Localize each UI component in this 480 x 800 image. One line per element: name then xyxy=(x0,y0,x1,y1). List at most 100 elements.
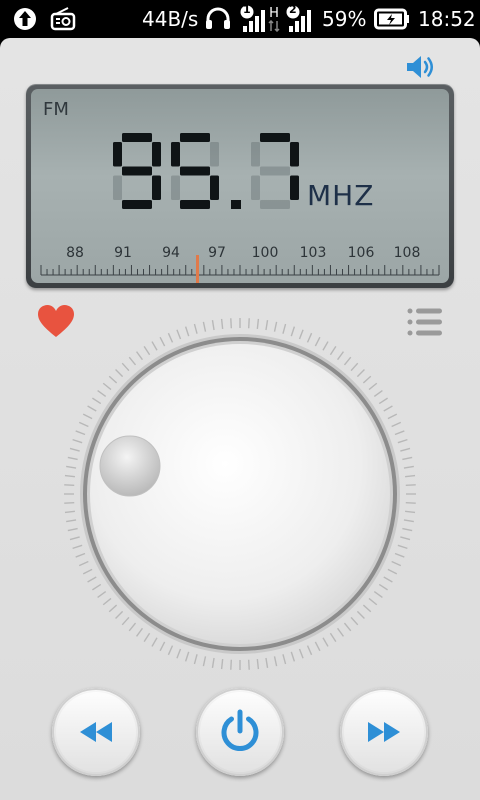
dial-tick xyxy=(391,421,402,428)
network-type-label: H xyxy=(269,5,279,21)
digit-segment xyxy=(122,133,152,142)
dial-tick xyxy=(256,318,260,329)
digit-segment xyxy=(180,166,210,176)
dial-tick xyxy=(72,438,83,444)
digit-segment xyxy=(122,166,152,176)
dial-tick xyxy=(402,456,413,461)
dial-grip xyxy=(99,435,161,497)
frequency-unit: MHZ xyxy=(307,179,375,212)
dial-tick xyxy=(108,375,118,384)
dial-tick xyxy=(373,591,383,599)
dial-tick xyxy=(350,616,359,626)
dial-tick xyxy=(167,645,174,656)
dial-tick xyxy=(135,627,143,637)
dial-tick xyxy=(400,447,411,452)
dial-tick xyxy=(159,336,166,347)
dial-tick xyxy=(265,657,269,668)
network-type-icon: H xyxy=(268,0,280,38)
lcd-display: FM MHZ 88 91 94 97 100 103 106 108 xyxy=(31,89,449,283)
dial-tick xyxy=(202,321,207,332)
dial-tick xyxy=(378,397,388,405)
sim1-signal-icon: 1 xyxy=(240,0,268,38)
dial-tick xyxy=(290,651,296,662)
digit-segment xyxy=(290,142,299,167)
dial-tick xyxy=(211,320,215,331)
dial-tick xyxy=(108,604,118,613)
frequency-digit xyxy=(113,133,161,209)
dial-tick xyxy=(78,421,89,428)
seek-back-button[interactable] xyxy=(52,688,140,776)
digit-segment xyxy=(180,133,210,142)
digit-segment xyxy=(171,175,180,200)
frequency-scale[interactable]: 88 91 94 97 100 103 106 108 xyxy=(31,241,449,283)
dial-tick xyxy=(387,413,398,420)
dial-tick xyxy=(72,544,83,550)
dial-tick xyxy=(383,576,393,583)
radio-icon xyxy=(50,0,76,38)
lcd-frame: FM MHZ 88 91 94 97 100 103 106 108 xyxy=(26,84,454,288)
dial-tick xyxy=(220,318,224,329)
dial-tick xyxy=(306,645,313,656)
digit-segment xyxy=(122,200,152,209)
dial-tick xyxy=(322,637,329,647)
dial-tick xyxy=(397,438,408,444)
dial-tick xyxy=(220,659,224,670)
dial-tick xyxy=(400,536,411,541)
power-icon xyxy=(200,692,280,772)
dial-tick xyxy=(362,375,372,384)
seek-forward-button[interactable] xyxy=(340,688,428,776)
dial-tick xyxy=(64,484,75,487)
dial-tick xyxy=(314,336,321,347)
dial-tick xyxy=(273,656,278,667)
dial-tick xyxy=(202,656,207,667)
battery-charging-icon xyxy=(374,0,410,38)
dial-tick xyxy=(97,389,107,397)
dial-tick xyxy=(343,356,352,366)
dial-tick xyxy=(211,657,215,668)
dial-tick xyxy=(405,510,416,514)
dial-tick xyxy=(167,332,174,343)
speaker-icon[interactable] xyxy=(404,52,440,82)
dial-tick xyxy=(143,632,151,642)
fm-radio-app: FM MHZ 88 91 94 97 100 103 106 108 xyxy=(0,38,480,800)
digit-segment xyxy=(290,175,299,200)
tuning-needle xyxy=(196,255,199,283)
dial-tick xyxy=(64,510,75,514)
dial-tick xyxy=(82,568,93,575)
dial-tick xyxy=(82,413,93,420)
scale-label: 106 xyxy=(348,245,375,261)
frequency-digit xyxy=(251,133,299,209)
power-button[interactable] xyxy=(196,688,284,776)
dial-tick xyxy=(298,329,304,340)
dial-tick xyxy=(176,648,182,659)
band-label: FM xyxy=(43,99,69,120)
dial-tick xyxy=(282,323,287,334)
dial-tick xyxy=(135,351,143,361)
dial-tick xyxy=(356,369,365,378)
dial-tick xyxy=(391,560,402,567)
dial-tick xyxy=(184,326,190,337)
digit-segment xyxy=(180,200,210,209)
dial-tick xyxy=(394,430,405,436)
tuning-dial[interactable] xyxy=(62,316,418,672)
scale-label: 94 xyxy=(162,245,180,261)
frequency-display xyxy=(113,133,299,209)
dial-tick xyxy=(159,641,166,652)
dial-tick xyxy=(128,622,137,632)
dial-tick xyxy=(247,659,250,670)
dial-tick xyxy=(394,552,405,558)
dial-tick xyxy=(230,659,233,670)
digit-segment xyxy=(260,166,290,176)
dial-tick xyxy=(402,527,413,532)
dial-tick xyxy=(329,632,337,642)
digit-segment xyxy=(152,175,161,200)
scale-label: 88 xyxy=(66,245,84,261)
dial-tick xyxy=(102,597,112,606)
sim2-badge: 2 xyxy=(289,3,297,16)
digit-segment xyxy=(113,175,122,200)
digit-segment xyxy=(113,142,122,167)
sim1-badge: 1 xyxy=(243,3,251,16)
decimal-point xyxy=(231,200,241,209)
dial-tick xyxy=(387,568,398,575)
headset-icon xyxy=(204,0,232,38)
